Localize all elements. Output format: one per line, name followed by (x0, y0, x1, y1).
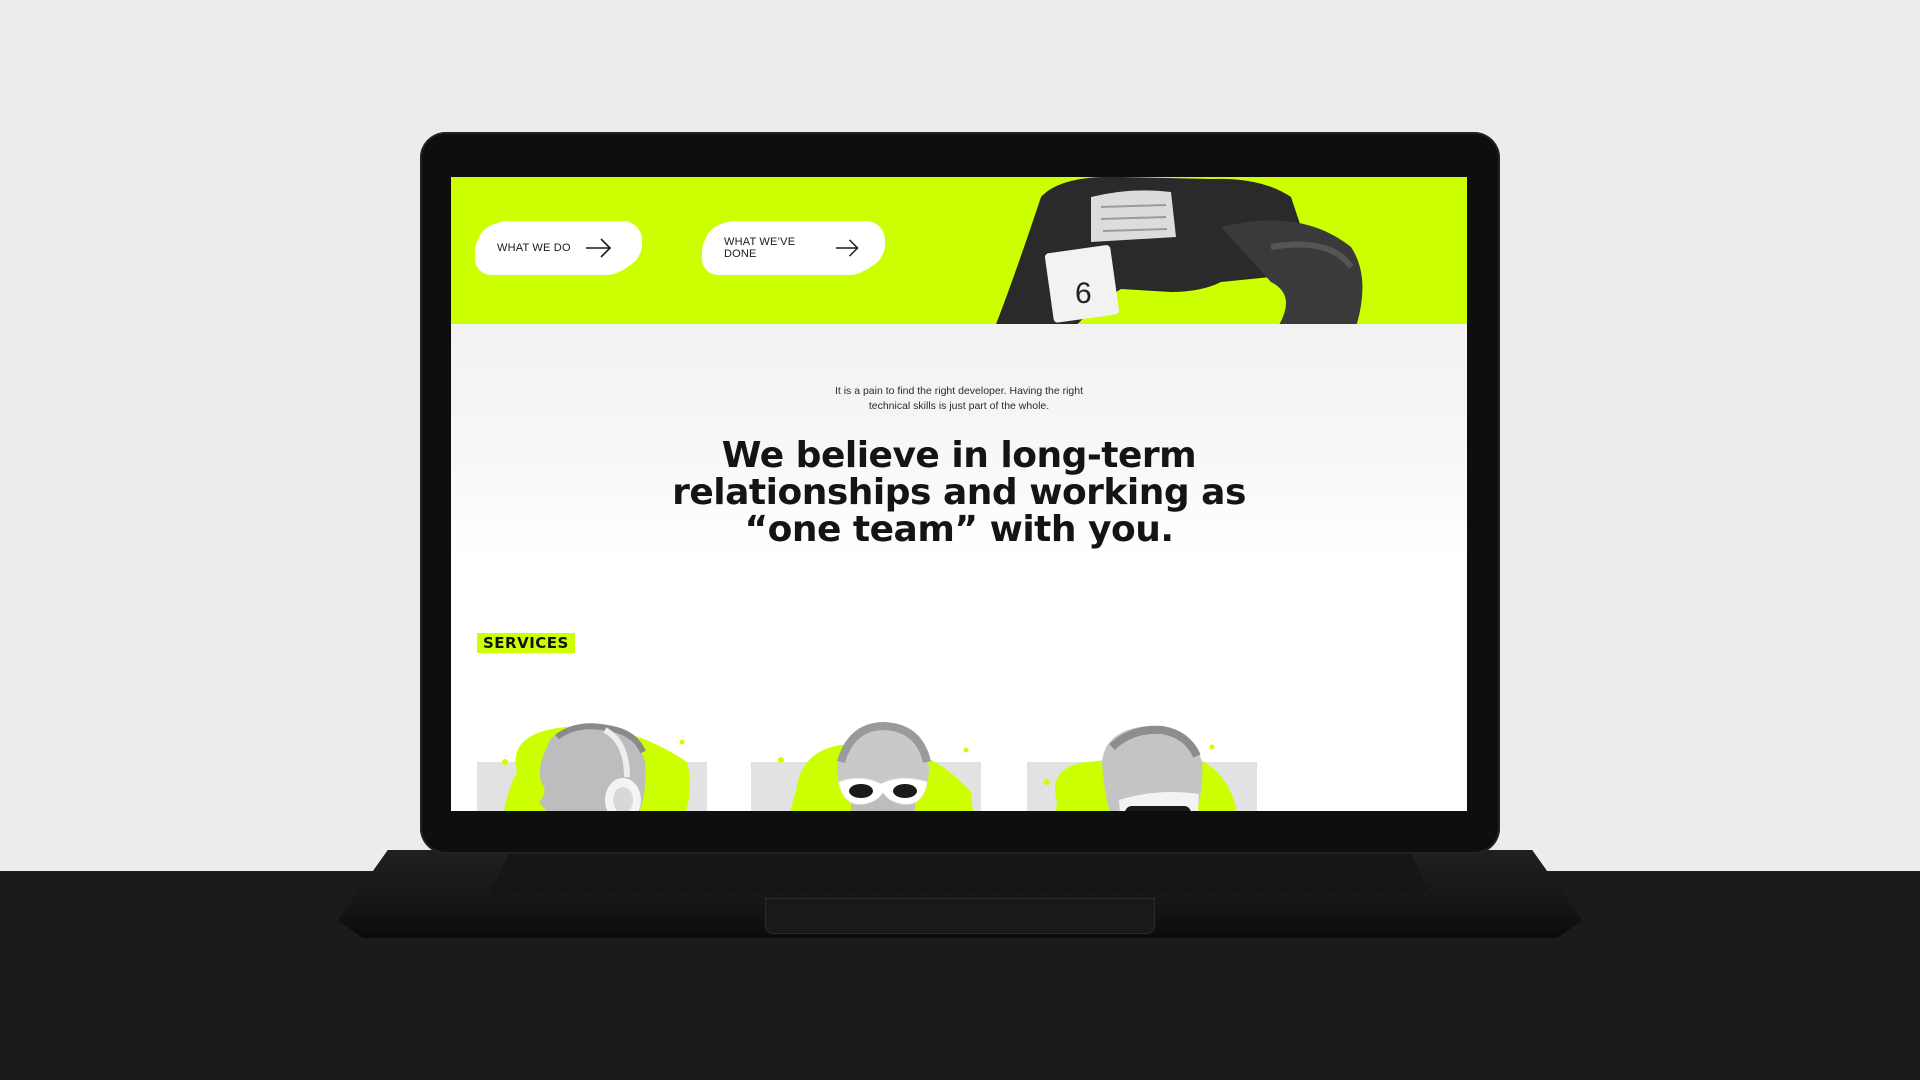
website-screen: WHAT WE DO WHAT WE’VE DONE 6 It is a pai… (451, 177, 1467, 811)
what-we-do-button[interactable]: WHAT WE DO (477, 223, 637, 273)
headline-line-3: “one team” with you. (451, 509, 1467, 556)
headline-close: ” with you. (954, 509, 1174, 550)
headline-line-1: We believe in long-term (721, 435, 1197, 476)
service-card-3[interactable] (1027, 722, 1257, 811)
highlighted-phrase: one team (767, 509, 955, 556)
laptop-trackpad (765, 898, 1155, 934)
intro-line-2: technical skills is just part of the who… (868, 400, 1050, 412)
arrow-right-icon (835, 239, 859, 257)
headline-open-quote: “ (744, 509, 768, 550)
intro-line-1: It is a pain to find the right developer… (834, 385, 1084, 397)
statue-sunglasses-icon (778, 722, 973, 811)
what-weve-done-button[interactable]: WHAT WE’VE DONE (704, 223, 880, 273)
sprinter-athlete-image: 6 (996, 177, 1363, 324)
intro-text: It is a pain to find the right developer… (451, 384, 1467, 414)
highlight-text: one team (767, 509, 955, 550)
what-weve-done-label: WHAT WE’VE DONE (724, 236, 796, 260)
statue-vr-headset-icon (1044, 725, 1237, 811)
hero-banner: WHAT WE DO WHAT WE’VE DONE 6 (451, 177, 1467, 324)
headline-line-2: relationships and working as (672, 472, 1246, 513)
service-card-2[interactable] (751, 722, 981, 811)
main-headline: We believe in long-term relationships an… (451, 435, 1467, 556)
services-section-label: SERVICES (477, 633, 575, 653)
laptop-keyboard (490, 854, 1430, 894)
what-we-do-label: WHAT WE DO (497, 242, 571, 254)
statue-headphones-icon (502, 723, 690, 811)
service-card-1[interactable] (477, 722, 707, 811)
arrow-right-icon (585, 238, 611, 258)
bib-number: 6 (1075, 277, 1092, 310)
